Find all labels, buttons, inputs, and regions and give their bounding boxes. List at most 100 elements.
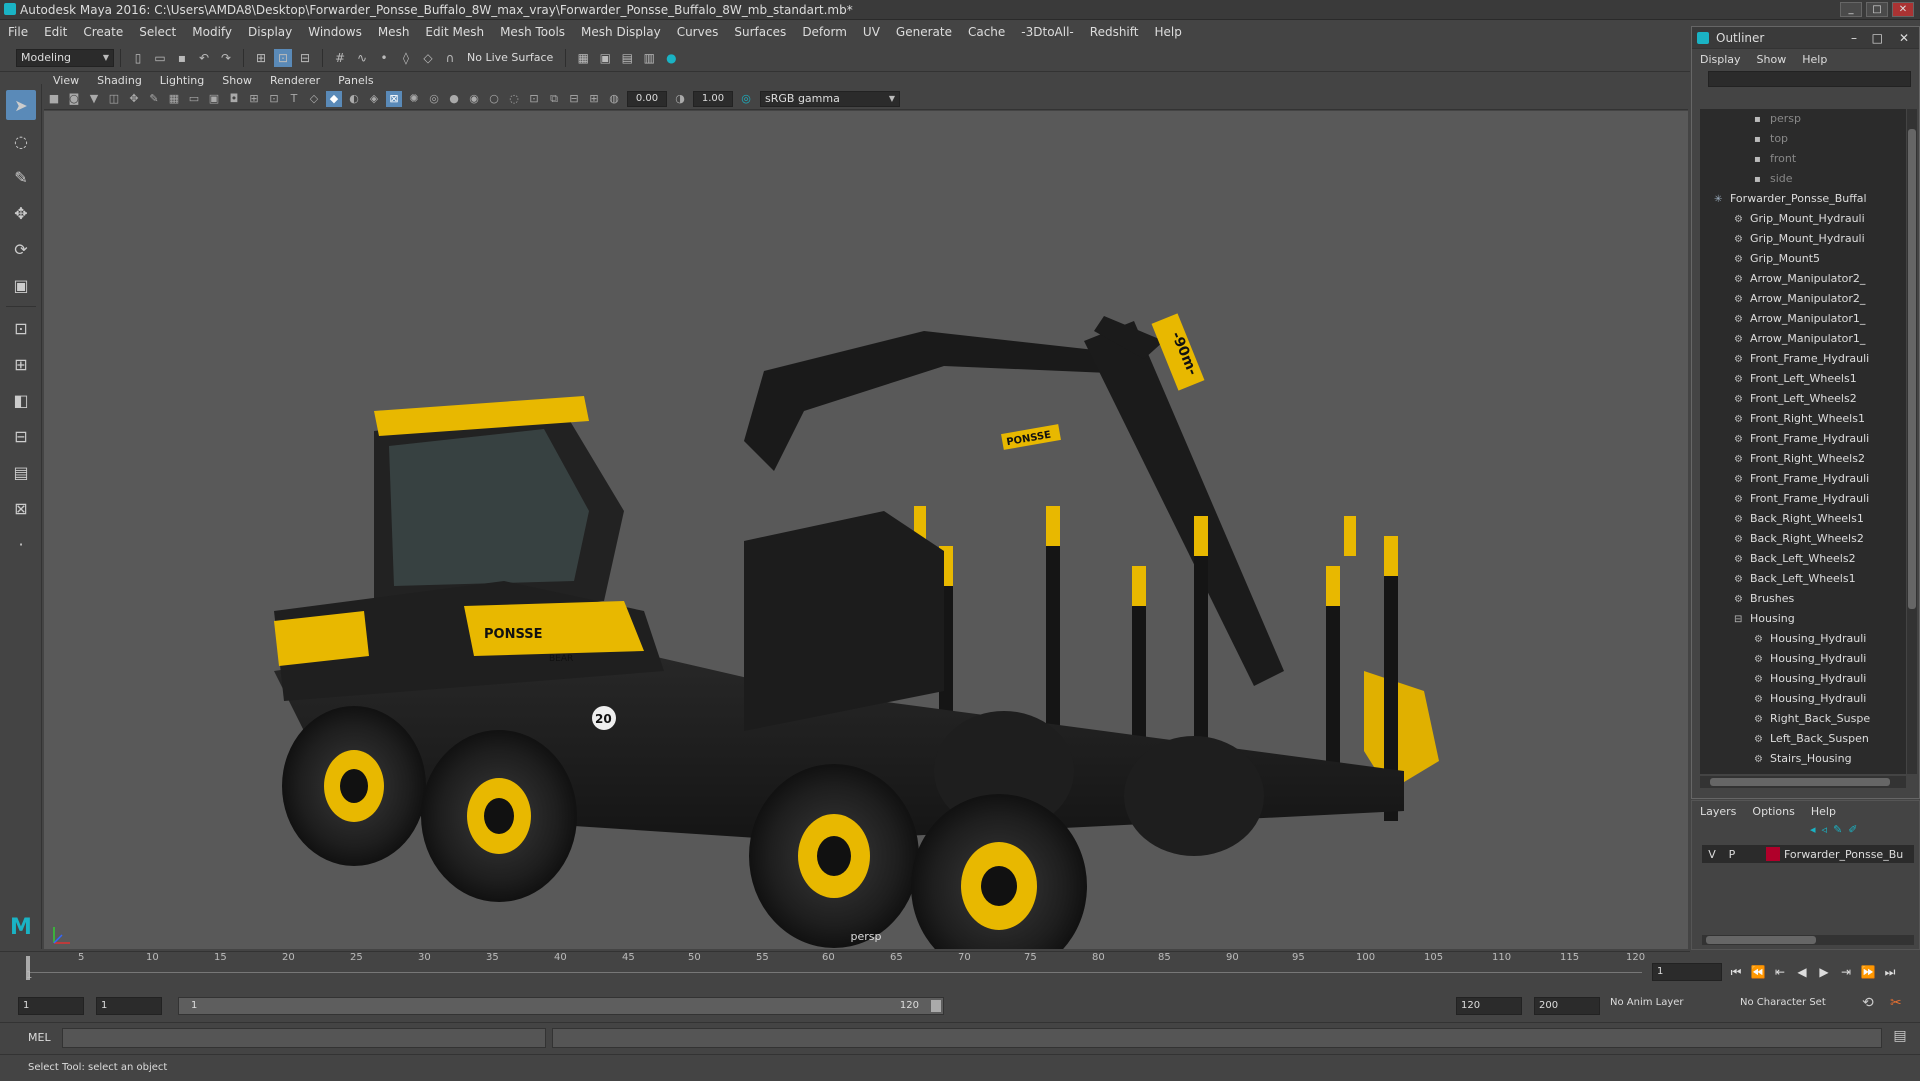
layer-row[interactable]: V P Forwarder_Ponsse_Bu bbox=[1702, 845, 1914, 863]
save-scene-icon[interactable]: ▪ bbox=[173, 49, 191, 67]
perspective-graph-layout-icon[interactable]: ⊟ bbox=[6, 421, 36, 451]
close-button[interactable]: ✕ bbox=[1892, 2, 1914, 17]
outliner-item[interactable]: ⚙ Front_Frame_Hydrauli bbox=[1700, 469, 1906, 489]
step-forward-key-icon[interactable]: ⏩ bbox=[1858, 963, 1878, 981]
four-view-layout-icon[interactable]: ⊞ bbox=[6, 349, 36, 379]
scene-start-field[interactable]: 1 bbox=[18, 997, 84, 1015]
menu-display[interactable]: Display bbox=[240, 25, 300, 39]
snap-curve-icon[interactable]: ∿ bbox=[353, 49, 371, 67]
move-tool-icon[interactable]: ✥ bbox=[6, 198, 36, 228]
undo-icon[interactable]: ↶ bbox=[195, 49, 213, 67]
menu-edit-mesh[interactable]: Edit Mesh bbox=[417, 25, 492, 39]
snap-point-icon[interactable]: • bbox=[375, 49, 393, 67]
anti-aliasing-icon[interactable]: ○ bbox=[486, 91, 502, 107]
outliner-item[interactable]: ▪ persp bbox=[1700, 109, 1906, 129]
depth-of-field-icon[interactable]: ◌ bbox=[506, 91, 522, 107]
auto-key-icon[interactable]: ⟲ bbox=[1862, 995, 1874, 1011]
panel-menu-show[interactable]: Show bbox=[213, 74, 261, 87]
select-component-icon[interactable]: ⊟ bbox=[296, 49, 314, 67]
menu-curves[interactable]: Curves bbox=[669, 25, 727, 39]
menu-select[interactable]: Select bbox=[131, 25, 184, 39]
anim-layer-dropdown[interactable]: No Anim Layer bbox=[1610, 997, 1684, 1008]
layer-visibility-toggle[interactable]: V bbox=[1702, 848, 1722, 861]
outliner-maximize-button[interactable]: □ bbox=[1872, 27, 1883, 49]
outliner-item[interactable]: ⚙ Right_Back_Suspe bbox=[1700, 709, 1906, 729]
open-scene-icon[interactable]: ▭ bbox=[151, 49, 169, 67]
new-layer-selected-icon[interactable]: ✐ bbox=[1848, 823, 1857, 836]
menu-file[interactable]: File bbox=[0, 25, 36, 39]
move-layer-down-icon[interactable]: ◃ bbox=[1822, 823, 1828, 836]
outliner-item[interactable]: ⚙ Housing_Hydrauli bbox=[1700, 669, 1906, 689]
menu-3dtoall[interactable]: -3DtoAll- bbox=[1013, 25, 1081, 39]
grease-pencil-icon[interactable]: ✎ bbox=[146, 91, 162, 107]
snap-view-icon[interactable]: ◊ bbox=[397, 49, 415, 67]
camera-select-icon[interactable]: ■ bbox=[46, 91, 62, 107]
playback-end-field[interactable]: 120 bbox=[1456, 997, 1522, 1015]
menu-redshift[interactable]: Redshift bbox=[1082, 25, 1147, 39]
step-back-key-icon[interactable]: ⏪ bbox=[1748, 963, 1768, 981]
scene-end-field[interactable]: 200 bbox=[1534, 997, 1600, 1015]
safe-action-icon[interactable]: ⊡ bbox=[266, 91, 282, 107]
new-scene-icon[interactable]: ▯ bbox=[129, 49, 147, 67]
outliner-item[interactable]: ⚙ Arrow_Manipulator1_ bbox=[1700, 309, 1906, 329]
select-object-icon[interactable]: ⊡ bbox=[274, 48, 292, 67]
menu-deform[interactable]: Deform bbox=[794, 25, 855, 39]
menu-create[interactable]: Create bbox=[75, 25, 131, 39]
exposure-field[interactable]: 0.00 bbox=[627, 90, 667, 107]
outliner-item[interactable]: ⚙ Grip_Mount5 bbox=[1700, 249, 1906, 269]
character-set-dropdown[interactable]: No Character Set bbox=[1740, 997, 1826, 1008]
outliner-item[interactable]: ⚙ Arrow_Manipulator1_ bbox=[1700, 329, 1906, 349]
move-layer-up-icon[interactable]: ◂ bbox=[1810, 823, 1816, 836]
exposure-icon[interactable]: ◍ bbox=[606, 91, 622, 107]
outliner-item[interactable]: ⚙ Arrow_Manipulator2_ bbox=[1700, 289, 1906, 309]
animation-prefs-icon[interactable]: ✂ bbox=[1890, 995, 1902, 1011]
xray-joints-icon[interactable]: ⧉ bbox=[546, 91, 562, 107]
magnet-icon[interactable]: ∩ bbox=[441, 49, 459, 67]
paint-select-icon[interactable]: ✎ bbox=[6, 162, 36, 192]
hypershade-icon[interactable]: ● bbox=[662, 49, 680, 67]
layer-playback-toggle[interactable]: P bbox=[1722, 848, 1742, 861]
gamma-field[interactable]: 1.00 bbox=[693, 90, 733, 107]
backface-icon[interactable]: ⊞ bbox=[586, 91, 602, 107]
render-view-icon[interactable]: ▥ bbox=[640, 49, 658, 67]
outliner-item[interactable]: ⚙ Arrow_Manipulator2_ bbox=[1700, 269, 1906, 289]
outliner-item[interactable]: ⊟ Housing bbox=[1700, 609, 1906, 629]
safe-title-icon[interactable]: T bbox=[286, 91, 302, 107]
outliner-hscrollbar[interactable] bbox=[1700, 776, 1906, 788]
menu-generate[interactable]: Generate bbox=[888, 25, 960, 39]
layer-menu-options[interactable]: Options bbox=[1744, 805, 1802, 818]
outliner-item[interactable]: ⚙ Front_Right_Wheels2 bbox=[1700, 449, 1906, 469]
panel-menu-view[interactable]: View bbox=[44, 74, 88, 87]
select-hierarchy-icon[interactable]: ⊞ bbox=[252, 49, 270, 67]
motion-blur-icon[interactable]: ◉ bbox=[466, 91, 482, 107]
mel-label[interactable]: MEL bbox=[28, 1031, 51, 1044]
current-frame-field[interactable]: 1 bbox=[1652, 963, 1722, 981]
outliner-item[interactable]: ▪ top bbox=[1700, 129, 1906, 149]
snap-surface-icon[interactable]: ◇ bbox=[419, 49, 437, 67]
panel-menu-shading[interactable]: Shading bbox=[88, 74, 151, 87]
wireframe-icon[interactable]: ◇ bbox=[306, 91, 322, 107]
go-to-start-icon[interactable]: ⏮ bbox=[1726, 963, 1746, 981]
select-tool-icon[interactable]: ➤ bbox=[6, 90, 36, 120]
new-layer-icon[interactable]: ✎ bbox=[1833, 823, 1842, 836]
ambient-occlusion-icon[interactable]: ● bbox=[446, 91, 462, 107]
live-surface-field[interactable]: No Live Surface bbox=[461, 49, 559, 67]
view-transform-dropdown[interactable]: sRGB gamma bbox=[760, 90, 900, 107]
textured-icon[interactable]: ◈ bbox=[366, 91, 382, 107]
outliner-item[interactable]: ▪ front bbox=[1700, 149, 1906, 169]
hypershade-layout-icon[interactable]: ▤ bbox=[6, 457, 36, 487]
outliner-item[interactable]: ⚙ Front_Frame_Hydrauli bbox=[1700, 489, 1906, 509]
range-slider-handle[interactable] bbox=[931, 1000, 941, 1012]
xray-active-icon[interactable]: ⊟ bbox=[566, 91, 582, 107]
step-forward-frame-icon[interactable]: ⇥ bbox=[1836, 963, 1856, 981]
playback-start-field[interactable]: 1 bbox=[96, 997, 162, 1015]
range-slider[interactable]: 1 120 bbox=[178, 997, 944, 1015]
menu-help[interactable]: Help bbox=[1146, 25, 1189, 39]
ipr-render-icon[interactable]: ▤ bbox=[618, 49, 636, 67]
outliner-filter-input[interactable] bbox=[1708, 71, 1911, 87]
smooth-shade-icon[interactable]: ◆ bbox=[326, 90, 342, 107]
menu-edit[interactable]: Edit bbox=[36, 25, 75, 39]
grid-icon[interactable]: ▦ bbox=[166, 91, 182, 107]
outliner-item[interactable]: ✳ Forwarder_Ponsse_Buffal bbox=[1700, 189, 1906, 209]
maximize-button[interactable]: □ bbox=[1866, 2, 1888, 17]
